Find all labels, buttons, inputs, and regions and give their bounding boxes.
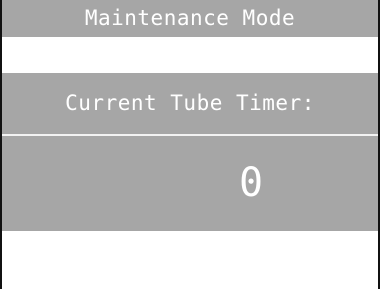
- tube-timer-label: Current Tube Timer:: [65, 91, 315, 115]
- tube-timer-label-panel: Current Tube Timer:: [2, 73, 378, 134]
- maintenance-screen: Maintenance Mode Current Tube Timer: 0: [0, 0, 380, 289]
- title-bar: Maintenance Mode: [2, 0, 378, 37]
- page-title: Maintenance Mode: [84, 6, 296, 30]
- tube-timer-value-panel: 0: [2, 136, 378, 231]
- tube-timer-value: 0: [239, 160, 264, 206]
